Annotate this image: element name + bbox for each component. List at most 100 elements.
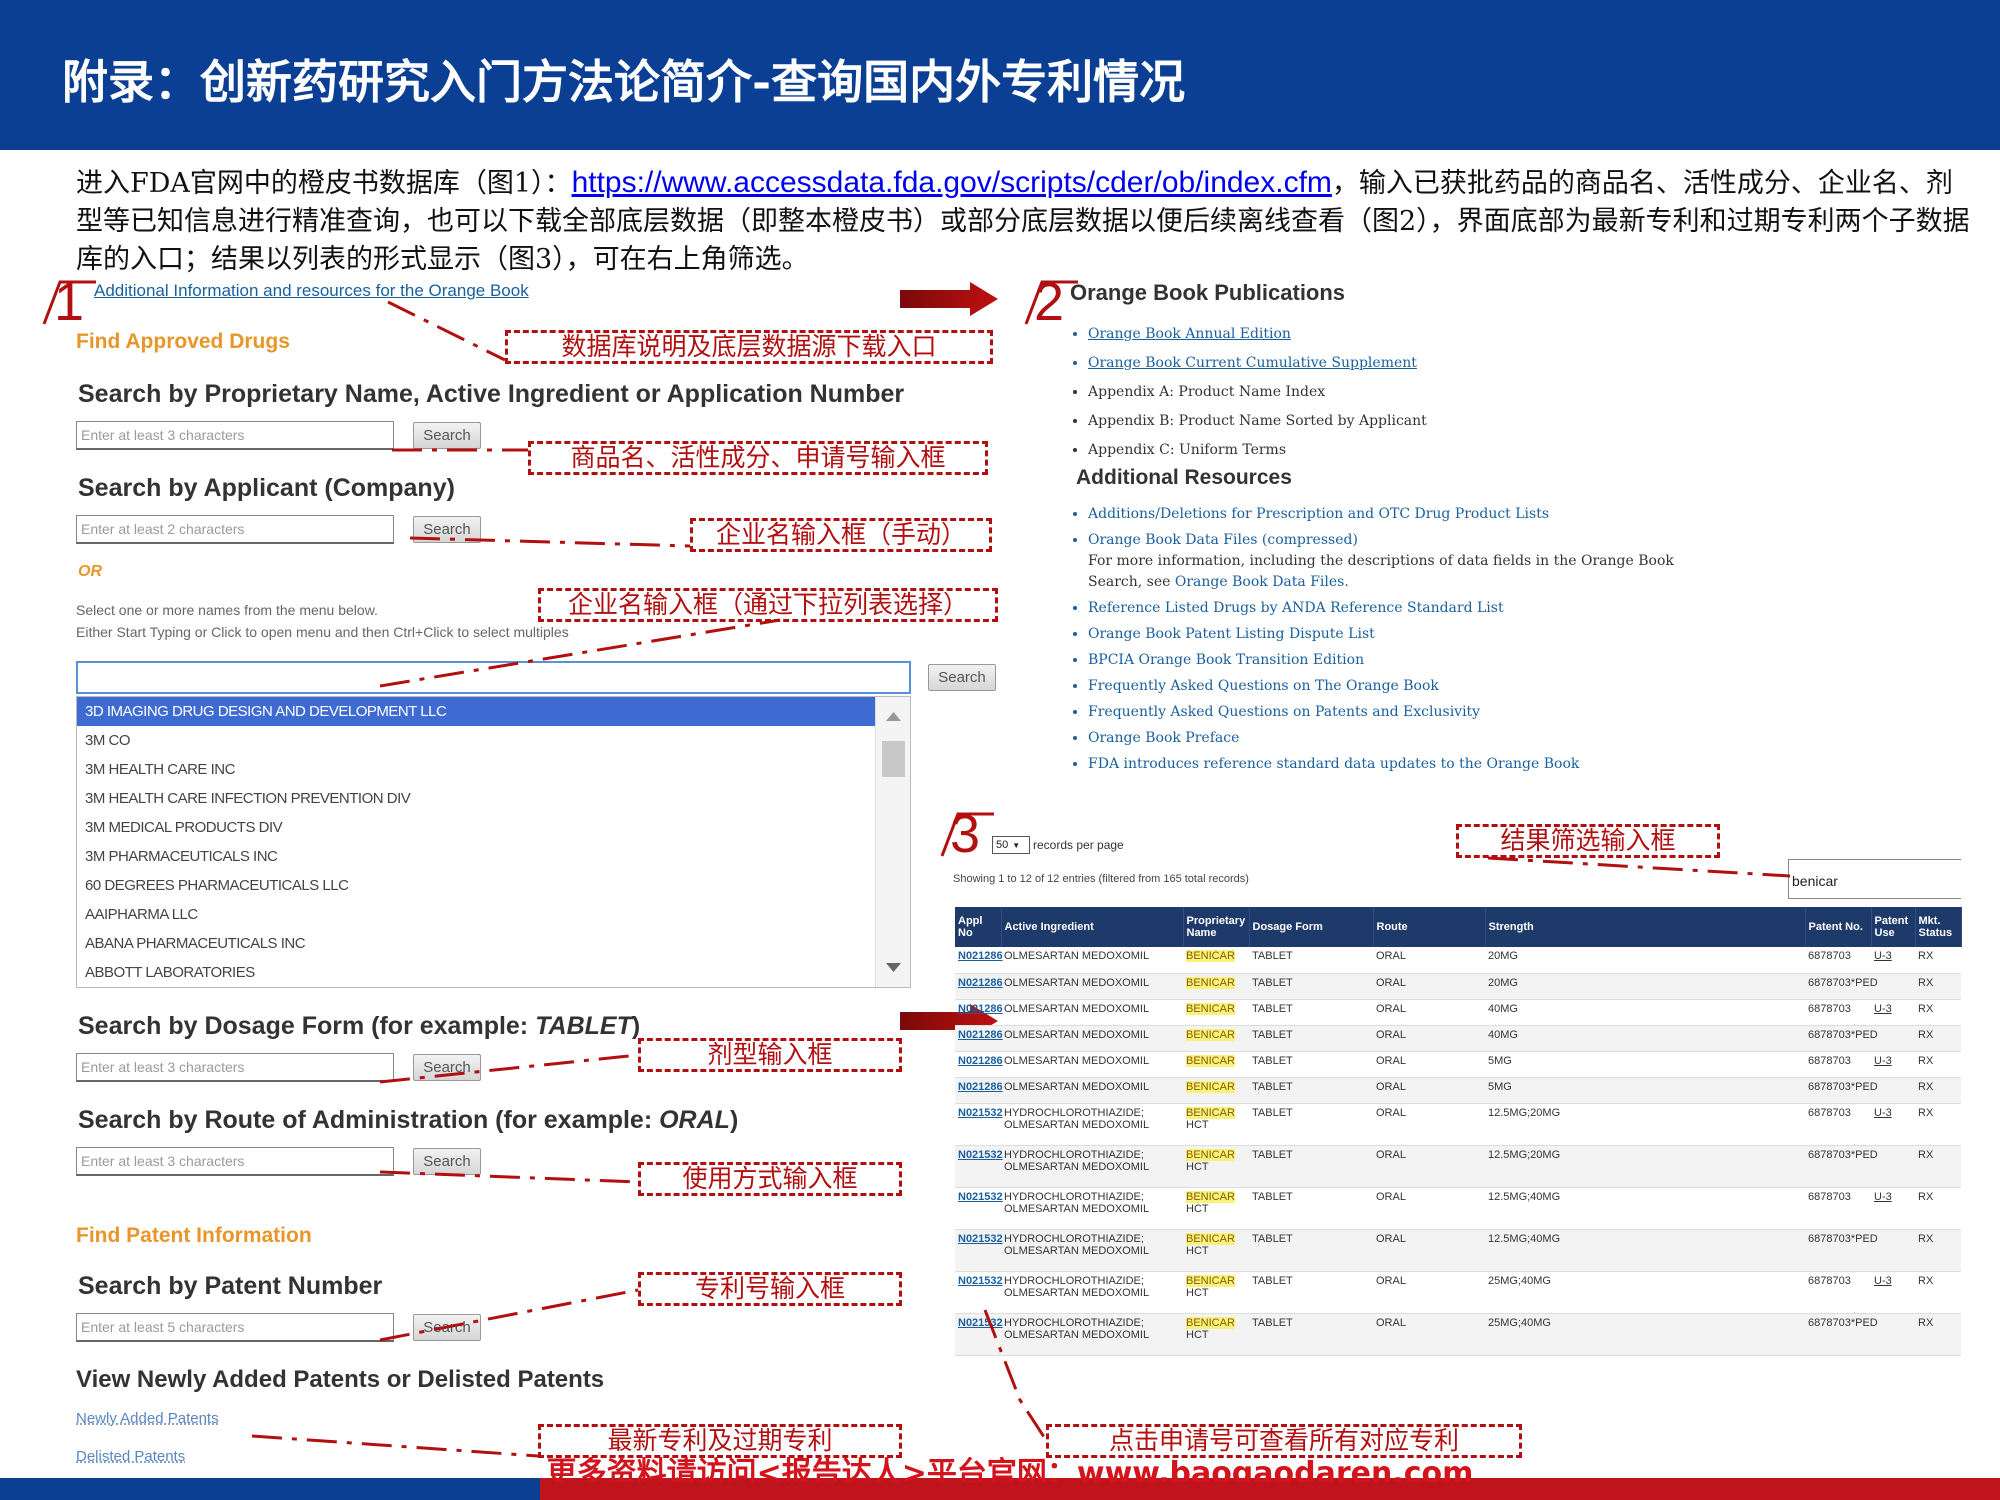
active-ingredient-cell: OLMESARTAN MEDOXOMIL bbox=[1001, 1051, 1183, 1078]
list-item[interactable]: Orange Book Current Cumulative Supplemen… bbox=[1088, 353, 1788, 374]
col-header[interactable]: Route bbox=[1373, 907, 1486, 947]
route-search-input[interactable]: Enter at least 3 characters bbox=[76, 1147, 394, 1176]
callout-dosage-input: 剂型输入框 bbox=[638, 1038, 902, 1072]
list-item[interactable]: 3M MEDICAL PRODUCTS DIV bbox=[77, 813, 910, 842]
list-item[interactable]: Reference Listed Drugs by ANDA Reference… bbox=[1088, 598, 1808, 619]
list-item[interactable]: AAIPHARMA LLC bbox=[77, 900, 910, 929]
brand-name: BENICAR bbox=[1186, 1080, 1235, 1093]
list-item[interactable]: Frequently Asked Questions on The Orange… bbox=[1088, 676, 1808, 697]
fda-orange-book-link[interactable]: https://www.accessdata.fda.gov/scripts/c… bbox=[572, 166, 1332, 199]
applicant-search-input[interactable]: Enter at least 2 characters bbox=[76, 515, 394, 544]
patent-no-cell: 6878703*PED bbox=[1805, 1145, 1878, 1188]
strength-cell: 40MG bbox=[1485, 1025, 1805, 1052]
search-name-heading: Search by Proprietary Name, Active Ingre… bbox=[78, 380, 905, 408]
delisted-patents-link[interactable]: Delisted Patents bbox=[76, 1448, 185, 1465]
list-item[interactable]: ABBOTT LABORATORIES bbox=[77, 958, 910, 987]
patent-search-input[interactable]: Enter at least 5 characters bbox=[76, 1313, 394, 1342]
appl-no-link[interactable]: N021532 bbox=[955, 1187, 1003, 1230]
patent-use-cell[interactable]: U-3 bbox=[1871, 999, 1915, 1026]
publications-heading: Orange Book Publications bbox=[1070, 280, 1346, 305]
newly-added-patents-link[interactable]: Newly Added Patents bbox=[76, 1410, 219, 1427]
list-item[interactable]: Additions/Deletions for Prescription and… bbox=[1088, 504, 1808, 525]
appl-no-link[interactable]: N021532 bbox=[955, 1229, 1003, 1272]
list-item[interactable]: 3M HEALTH CARE INC bbox=[77, 755, 910, 784]
list-item[interactable]: Orange Book Preface bbox=[1088, 728, 1808, 749]
list-item[interactable]: 3M CO bbox=[77, 726, 910, 755]
records-per-page-select[interactable]: 50 ▼ bbox=[992, 836, 1030, 854]
mkt-status-cell: RX bbox=[1915, 1077, 1961, 1104]
dosage-search-button[interactable]: Search bbox=[413, 1054, 481, 1081]
list-item[interactable]: Frequently Asked Questions on Patents an… bbox=[1088, 702, 1808, 723]
list-item[interactable]: 60 DEGREES PHARMACEUTICALS LLC bbox=[77, 871, 910, 900]
route-search-button[interactable]: Search bbox=[413, 1148, 481, 1175]
appl-no-link[interactable]: N021286 bbox=[955, 1051, 1003, 1078]
patent-use-cell[interactable]: U-3 bbox=[1871, 1051, 1915, 1078]
company-dropdown-list[interactable]: 3D IMAGING DRUG DESIGN AND DEVELOPMENT L… bbox=[76, 696, 911, 988]
col-header[interactable]: Patent Use bbox=[1871, 907, 1916, 947]
brand-name: BENICAR bbox=[1186, 1232, 1235, 1245]
appl-no-link[interactable]: N021532 bbox=[955, 1103, 1003, 1146]
publications-list: Orange Book Annual Edition Orange Book C… bbox=[1088, 324, 1788, 469]
list-item[interactable]: Appendix C: Uniform Terms bbox=[1088, 440, 1788, 461]
active-ingredient-cell: OLMESARTAN MEDOXOMIL bbox=[1001, 1025, 1183, 1052]
company-select-input[interactable] bbox=[76, 661, 911, 694]
dosage-form-cell: TABLET bbox=[1249, 1025, 1373, 1052]
footer-text[interactable]: 更多资料请访问<报告达人>平台官网：www.baogaodaren.com bbox=[530, 1448, 1490, 1482]
list-item[interactable]: Orange Book Patent Listing Dispute List bbox=[1088, 624, 1808, 645]
appl-no-link[interactable]: N021286 bbox=[955, 947, 1003, 974]
applicant-search-button[interactable]: Search bbox=[413, 516, 481, 543]
patent-no-cell: 6878703 bbox=[1805, 1051, 1871, 1078]
result-filter-input[interactable]: benicar bbox=[1788, 859, 1961, 899]
col-header[interactable]: Dosage Form bbox=[1249, 907, 1374, 947]
list-item[interactable]: 3M PHARMACEUTICALS INC bbox=[77, 842, 910, 871]
col-header[interactable]: Mkt. Status bbox=[1915, 907, 1962, 947]
col-header[interactable]: Patent No. bbox=[1805, 907, 1872, 947]
appl-no-link[interactable]: N021286 bbox=[955, 1077, 1003, 1104]
mkt-status-cell: RX bbox=[1915, 1051, 1961, 1078]
patent-search-button[interactable]: Search bbox=[413, 1314, 481, 1341]
active-ingredient-cell: HYDROCHLOROTHIAZIDE; OLMESARTAN MEDOXOMI… bbox=[1001, 1271, 1183, 1314]
list-item[interactable]: 3M HEALTH CARE INFECTION PREVENTION DIV bbox=[77, 784, 910, 813]
appl-no-link[interactable]: N021286 bbox=[955, 999, 1003, 1026]
appl-no-link[interactable]: N021532 bbox=[955, 1145, 1003, 1188]
patent-use-cell[interactable]: U-3 bbox=[1871, 947, 1915, 974]
strength-cell: 5MG bbox=[1485, 1051, 1805, 1078]
additional-info-link[interactable]: Additional Information and resources for… bbox=[94, 281, 529, 301]
list-item[interactable]: ABANA PHARMACEUTICALS INC bbox=[77, 929, 910, 958]
company-search-button[interactable]: Search bbox=[928, 664, 996, 691]
list-item[interactable]: BPCIA Orange Book Transition Edition bbox=[1088, 650, 1808, 671]
dropdown-scrollbar[interactable] bbox=[875, 697, 910, 987]
dosage-form-cell: TABLET bbox=[1249, 1103, 1373, 1146]
callout-company-manual: 企业名输入框（手动） bbox=[690, 518, 992, 552]
table-header-row: Appl No Active Ingredient Proprietary Na… bbox=[955, 907, 1962, 947]
col-header[interactable]: Strength bbox=[1485, 907, 1806, 947]
list-item[interactable]: 3D IMAGING DRUG DESIGN AND DEVELOPMENT L… bbox=[77, 697, 910, 726]
strength-cell: 12.5MG;20MG bbox=[1485, 1145, 1805, 1188]
list-item[interactable]: Orange Book Annual Edition bbox=[1088, 324, 1788, 345]
list-item[interactable]: FDA introduces reference standard data u… bbox=[1088, 754, 1808, 775]
appl-no-link[interactable]: N021286 bbox=[955, 973, 1003, 1000]
brand-name: BENICAR bbox=[1186, 1190, 1235, 1203]
proprietary-name-cell: BENICAR HCT bbox=[1183, 1271, 1249, 1314]
table-row: N021286 OLMESARTAN MEDOXOMIL BENICAR TABLET… bbox=[955, 973, 1961, 1000]
col-header[interactable]: Appl No bbox=[955, 907, 1002, 947]
list-item[interactable]: Appendix A: Product Name Index bbox=[1088, 382, 1788, 403]
name-search-input[interactable]: Enter at least 3 characters bbox=[76, 421, 394, 450]
table-row: N021286 OLMESARTAN MEDOXOMIL BENICAR TABLET… bbox=[955, 1051, 1961, 1078]
appl-no-link[interactable]: N021532 bbox=[955, 1271, 1003, 1314]
col-header[interactable]: Proprietary Name bbox=[1183, 907, 1250, 947]
patent-use-cell[interactable]: U-3 bbox=[1871, 1103, 1915, 1146]
dosage-form-cell: TABLET bbox=[1249, 1313, 1373, 1356]
col-header[interactable]: Active Ingredient bbox=[1001, 907, 1184, 947]
strength-cell: 12.5MG;20MG bbox=[1485, 1103, 1805, 1146]
brand-name: BENICAR bbox=[1186, 1002, 1235, 1015]
dosage-search-input[interactable]: Enter at least 3 characters bbox=[76, 1053, 394, 1082]
list-item[interactable]: Appendix B: Product Name Sorted by Appli… bbox=[1088, 411, 1788, 432]
name-search-button[interactable]: Search bbox=[413, 422, 481, 449]
patent-use-cell[interactable]: U-3 bbox=[1871, 1187, 1915, 1230]
proprietary-name-cell: BENICAR HCT bbox=[1183, 1229, 1249, 1272]
appl-no-link[interactable]: N021286 bbox=[955, 1025, 1003, 1052]
dosage-form-cell: TABLET bbox=[1249, 999, 1373, 1026]
appl-no-link[interactable]: N021532 bbox=[955, 1313, 1003, 1356]
patent-use-cell[interactable]: U-3 bbox=[1871, 1271, 1915, 1314]
